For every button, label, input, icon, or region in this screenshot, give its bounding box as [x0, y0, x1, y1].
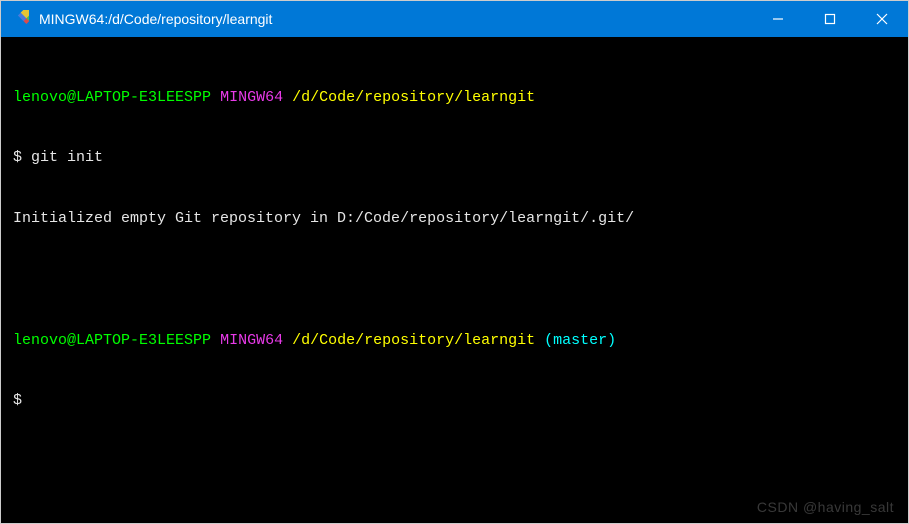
- env-label: MINGW64: [220, 89, 283, 106]
- output-line-1: Initialized empty Git repository in D:/C…: [13, 209, 896, 229]
- prompt-symbol: $: [13, 149, 22, 166]
- env-label: MINGW64: [220, 332, 283, 349]
- command-line-2: $: [13, 391, 896, 411]
- branch-label: (master): [544, 332, 616, 349]
- watermark-text: CSDN @having_salt: [757, 498, 894, 517]
- user-host: lenovo@LAPTOP-E3LEESPP: [13, 332, 211, 349]
- titlebar[interactable]: MINGW64:/d/Code/repository/learngit: [1, 1, 908, 37]
- cwd-path: /d/Code/repository/learngit: [292, 89, 535, 106]
- app-icon: [11, 10, 29, 28]
- prompt-line-2: lenovo@LAPTOP-E3LEESPP MINGW64 /d/Code/r…: [13, 331, 896, 351]
- command-line-1: $ git init: [13, 148, 896, 168]
- minimize-button[interactable]: [752, 1, 804, 37]
- window-controls: [752, 1, 908, 37]
- close-button[interactable]: [856, 1, 908, 37]
- prompt-line-1: lenovo@LAPTOP-E3LEESPP MINGW64 /d/Code/r…: [13, 88, 896, 108]
- cwd-path: /d/Code/repository/learngit: [292, 332, 535, 349]
- command-text: git init: [31, 149, 103, 166]
- blank-line: [13, 270, 896, 290]
- user-host: lenovo@LAPTOP-E3LEESPP: [13, 89, 211, 106]
- maximize-button[interactable]: [804, 1, 856, 37]
- terminal-body[interactable]: lenovo@LAPTOP-E3LEESPP MINGW64 /d/Code/r…: [1, 37, 908, 523]
- terminal-window: MINGW64:/d/Code/repository/learngit leno…: [0, 0, 909, 524]
- prompt-symbol: $: [13, 392, 22, 409]
- window-title: MINGW64:/d/Code/repository/learngit: [39, 11, 752, 27]
